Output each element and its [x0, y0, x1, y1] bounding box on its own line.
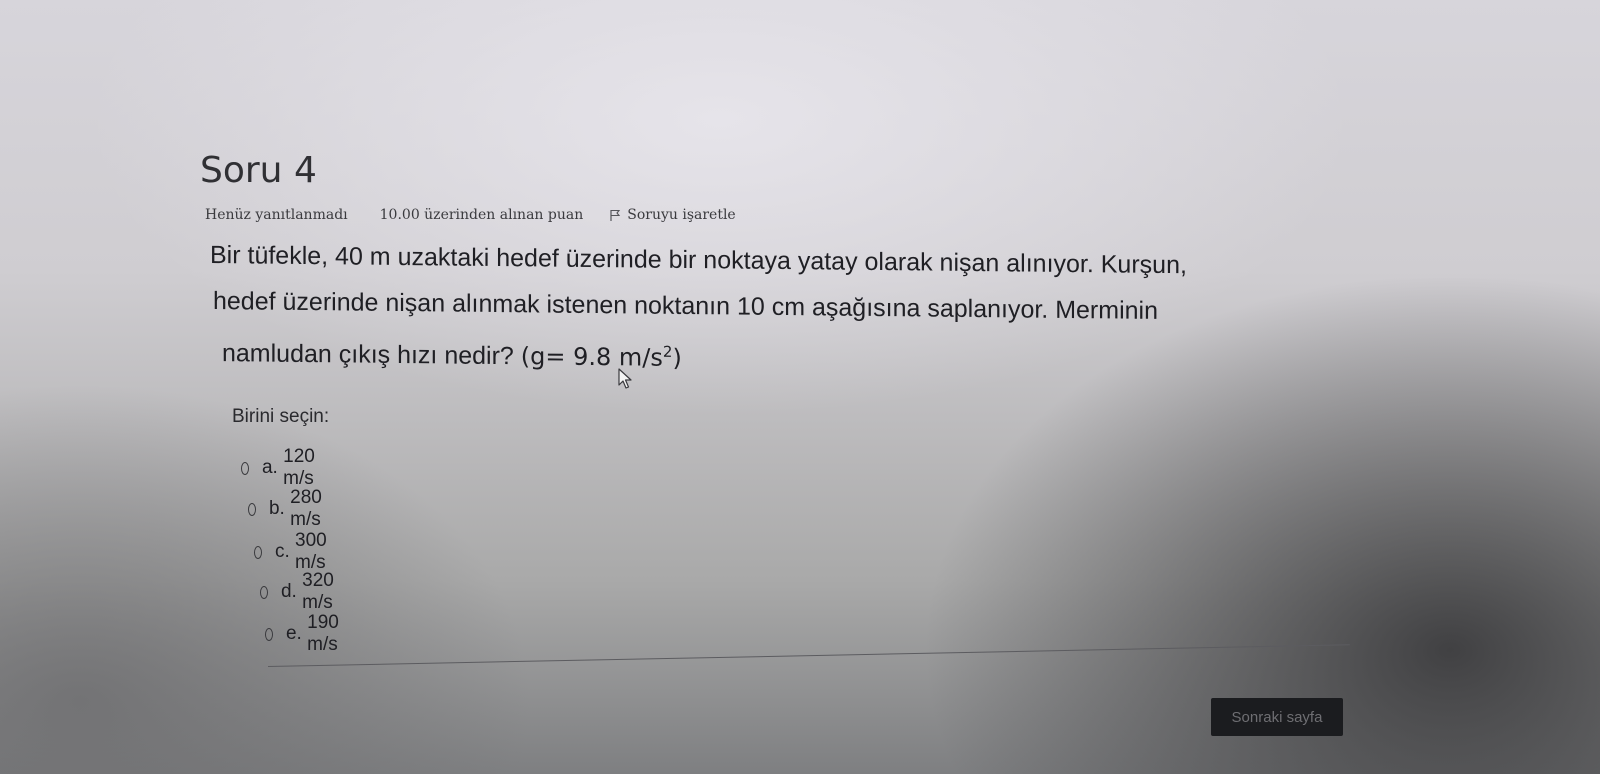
option-text: 300 m/s: [295, 530, 327, 573]
flag-icon: [609, 209, 621, 221]
formula-close: ): [672, 343, 682, 372]
option-letter: a.: [261, 457, 278, 478]
radio-button[interactable]: [254, 545, 262, 559]
radio-button[interactable]: [241, 461, 249, 475]
quiz-page: Soru 4 Henüz yanıtlanmadı 10.00 üzerinde…: [0, 0, 1600, 774]
formula-main: (g= 9.8 m/s: [520, 342, 663, 372]
question-grade: 10.00 üzerinden alınan puan: [379, 207, 584, 223]
question-status: Henüz yanıtlanmadı: [205, 207, 348, 223]
radio-button[interactable]: [260, 585, 268, 599]
flag-question-label: Soruyu işaretle: [627, 207, 736, 223]
formula-exponent: 2: [662, 342, 673, 361]
option-text: 280 m/s: [290, 487, 322, 530]
option-text: 190 m/s: [307, 612, 339, 655]
answer-prompt: Birini seçin:: [232, 406, 330, 427]
radio-button[interactable]: [265, 627, 273, 641]
option-a[interactable]: a. 120 m/s: [241, 446, 320, 490]
question-text: Bir tüfekle, 40 m uzaktaki hedef üzerind…: [210, 232, 1360, 388]
next-page-button[interactable]: Sonraki sayfa: [1211, 698, 1343, 736]
question-title: Soru 4: [200, 150, 317, 191]
flag-question-link[interactable]: Soruyu işaretle: [609, 207, 736, 223]
question-text-line-3: namludan çıkış hızı nedir? (g= 9.8 m/s2): [210, 324, 1360, 388]
option-e[interactable]: e. 190 m/s: [265, 612, 344, 656]
option-text: 120 m/s: [283, 446, 315, 489]
question-info: Henüz yanıtlanmadı 10.00 üzerinden alına…: [205, 207, 736, 223]
radio-button[interactable]: [248, 502, 256, 516]
option-b[interactable]: b. 280 m/s: [248, 487, 327, 531]
option-letter: c.: [274, 541, 290, 562]
option-c[interactable]: c. 300 m/s: [254, 530, 332, 574]
option-letter: e.: [285, 623, 302, 644]
gravity-formula: (g= 9.8 m/s2): [521, 342, 682, 372]
mouse-cursor-icon: [617, 368, 635, 390]
divider: [267, 644, 1350, 667]
option-letter: d.: [280, 581, 297, 602]
option-letter: b.: [268, 498, 285, 519]
option-d[interactable]: d. 320 m/s: [260, 570, 339, 614]
question-text-line-3-words: namludan çıkış hızı nedir?: [222, 339, 514, 371]
option-text: 320 m/s: [302, 570, 334, 613]
